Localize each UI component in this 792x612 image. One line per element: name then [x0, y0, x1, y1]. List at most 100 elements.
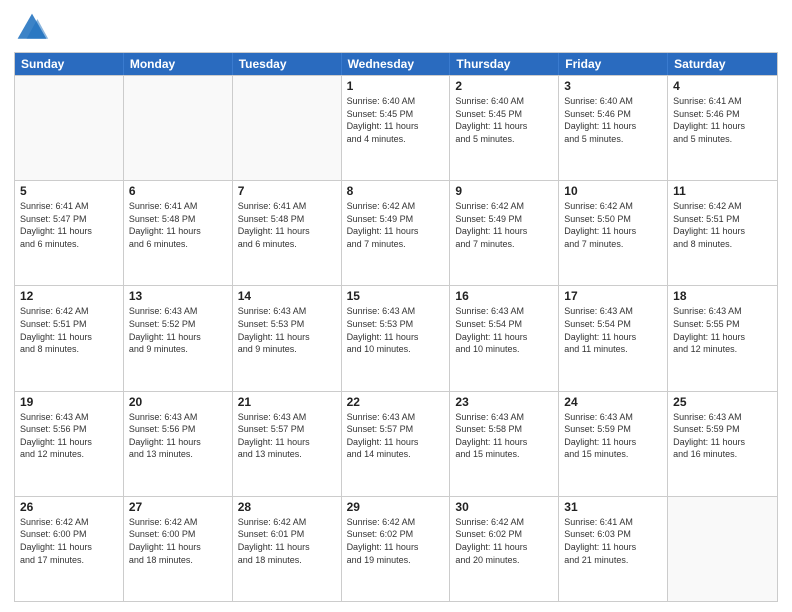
calendar-cell-day-22: 22 Sunrise: 6:43 AM Sunset: 5:57 PM Dayli…	[342, 392, 451, 496]
calendar-header: SundayMondayTuesdayWednesdayThursdayFrid…	[15, 53, 777, 75]
calendar-cell-day-6: 6 Sunrise: 6:41 AM Sunset: 5:48 PM Daylig…	[124, 181, 233, 285]
cell-info-text: Sunrise: 6:43 AM Sunset: 5:53 PM Dayligh…	[238, 305, 336, 355]
day-number: 17	[564, 289, 662, 303]
weekday-header-thursday: Thursday	[450, 53, 559, 75]
calendar-row-0: 1 Sunrise: 6:40 AM Sunset: 5:45 PM Daylig…	[15, 75, 777, 180]
day-number: 28	[238, 500, 336, 514]
calendar-row-1: 5 Sunrise: 6:41 AM Sunset: 5:47 PM Daylig…	[15, 180, 777, 285]
day-number: 31	[564, 500, 662, 514]
cell-info-text: Sunrise: 6:43 AM Sunset: 5:57 PM Dayligh…	[238, 411, 336, 461]
weekday-header-wednesday: Wednesday	[342, 53, 451, 75]
day-number: 21	[238, 395, 336, 409]
day-number: 23	[455, 395, 553, 409]
calendar-cell-empty-0-1	[124, 76, 233, 180]
weekday-header-friday: Friday	[559, 53, 668, 75]
calendar-cell-day-28: 28 Sunrise: 6:42 AM Sunset: 6:01 PM Dayli…	[233, 497, 342, 601]
day-number: 27	[129, 500, 227, 514]
calendar-cell-day-10: 10 Sunrise: 6:42 AM Sunset: 5:50 PM Dayli…	[559, 181, 668, 285]
cell-info-text: Sunrise: 6:42 AM Sunset: 5:51 PM Dayligh…	[20, 305, 118, 355]
day-number: 10	[564, 184, 662, 198]
calendar-cell-empty-0-2	[233, 76, 342, 180]
day-number: 20	[129, 395, 227, 409]
calendar-body: 1 Sunrise: 6:40 AM Sunset: 5:45 PM Daylig…	[15, 75, 777, 601]
cell-info-text: Sunrise: 6:43 AM Sunset: 5:54 PM Dayligh…	[455, 305, 553, 355]
page: SundayMondayTuesdayWednesdayThursdayFrid…	[0, 0, 792, 612]
calendar-cell-day-23: 23 Sunrise: 6:43 AM Sunset: 5:58 PM Dayli…	[450, 392, 559, 496]
cell-info-text: Sunrise: 6:43 AM Sunset: 5:58 PM Dayligh…	[455, 411, 553, 461]
logo	[14, 10, 54, 46]
calendar-cell-day-1: 1 Sunrise: 6:40 AM Sunset: 5:45 PM Daylig…	[342, 76, 451, 180]
calendar-cell-day-17: 17 Sunrise: 6:43 AM Sunset: 5:54 PM Dayli…	[559, 286, 668, 390]
cell-info-text: Sunrise: 6:41 AM Sunset: 5:46 PM Dayligh…	[673, 95, 772, 145]
calendar-row-2: 12Sunrise: 6:42 AM Sunset: 5:51 PM Dayli…	[15, 285, 777, 390]
cell-info-text: Sunrise: 6:42 AM Sunset: 6:01 PM Dayligh…	[238, 516, 336, 566]
cell-info-text: Sunrise: 6:42 AM Sunset: 6:02 PM Dayligh…	[347, 516, 445, 566]
cell-info-text: Sunrise: 6:42 AM Sunset: 5:50 PM Dayligh…	[564, 200, 662, 250]
calendar-cell-day-9: 9 Sunrise: 6:42 AM Sunset: 5:49 PM Daylig…	[450, 181, 559, 285]
day-number: 3	[564, 79, 662, 93]
calendar-cell-day-14: 14Sunrise: 6:43 AM Sunset: 5:53 PM Dayli…	[233, 286, 342, 390]
day-number: 6	[129, 184, 227, 198]
day-number: 4	[673, 79, 772, 93]
day-number: 30	[455, 500, 553, 514]
cell-info-text: Sunrise: 6:40 AM Sunset: 5:45 PM Dayligh…	[347, 95, 445, 145]
cell-info-text: Sunrise: 6:42 AM Sunset: 5:51 PM Dayligh…	[673, 200, 772, 250]
calendar-cell-day-5: 5 Sunrise: 6:41 AM Sunset: 5:47 PM Daylig…	[15, 181, 124, 285]
day-number: 19	[20, 395, 118, 409]
logo-icon	[14, 10, 50, 46]
calendar-cell-day-20: 20 Sunrise: 6:43 AM Sunset: 5:56 PM Dayli…	[124, 392, 233, 496]
day-number: 18	[673, 289, 772, 303]
calendar-cell-day-7: 7Sunrise: 6:41 AM Sunset: 5:48 PM Daylig…	[233, 181, 342, 285]
calendar-cell-day-18: 18 Sunrise: 6:43 AM Sunset: 5:55 PM Dayli…	[668, 286, 777, 390]
day-number: 16	[455, 289, 553, 303]
calendar-cell-day-8: 8Sunrise: 6:42 AM Sunset: 5:49 PM Daylig…	[342, 181, 451, 285]
cell-info-text: Sunrise: 6:43 AM Sunset: 5:56 PM Dayligh…	[20, 411, 118, 461]
calendar-cell-day-12: 12Sunrise: 6:42 AM Sunset: 5:51 PM Dayli…	[15, 286, 124, 390]
cell-info-text: Sunrise: 6:43 AM Sunset: 5:55 PM Dayligh…	[673, 305, 772, 355]
day-number: 2	[455, 79, 553, 93]
calendar-cell-day-19: 19 Sunrise: 6:43 AM Sunset: 5:56 PM Dayli…	[15, 392, 124, 496]
cell-info-text: Sunrise: 6:41 AM Sunset: 5:47 PM Dayligh…	[20, 200, 118, 250]
cell-info-text: Sunrise: 6:42 AM Sunset: 5:49 PM Dayligh…	[347, 200, 445, 250]
cell-info-text: Sunrise: 6:43 AM Sunset: 5:54 PM Dayligh…	[564, 305, 662, 355]
calendar-cell-day-31: 31Sunrise: 6:41 AM Sunset: 6:03 PM Dayli…	[559, 497, 668, 601]
calendar-cell-day-21: 21 Sunrise: 6:43 AM Sunset: 5:57 PM Dayli…	[233, 392, 342, 496]
cell-info-text: Sunrise: 6:43 AM Sunset: 5:59 PM Dayligh…	[564, 411, 662, 461]
calendar-cell-empty-4-6	[668, 497, 777, 601]
day-number: 25	[673, 395, 772, 409]
calendar-cell-day-13: 13Sunrise: 6:43 AM Sunset: 5:52 PM Dayli…	[124, 286, 233, 390]
calendar-cell-day-25: 25 Sunrise: 6:43 AM Sunset: 5:59 PM Dayli…	[668, 392, 777, 496]
cell-info-text: Sunrise: 6:41 AM Sunset: 5:48 PM Dayligh…	[238, 200, 336, 250]
weekday-header-monday: Monday	[124, 53, 233, 75]
calendar: SundayMondayTuesdayWednesdayThursdayFrid…	[14, 52, 778, 602]
calendar-cell-day-26: 26 Sunrise: 6:42 AM Sunset: 6:00 PM Dayli…	[15, 497, 124, 601]
day-number: 22	[347, 395, 445, 409]
day-number: 1	[347, 79, 445, 93]
day-number: 13	[129, 289, 227, 303]
calendar-cell-day-15: 15Sunrise: 6:43 AM Sunset: 5:53 PM Dayli…	[342, 286, 451, 390]
header	[14, 10, 778, 46]
calendar-cell-day-11: 11 Sunrise: 6:42 AM Sunset: 5:51 PM Dayli…	[668, 181, 777, 285]
day-number: 5	[20, 184, 118, 198]
calendar-row-3: 19 Sunrise: 6:43 AM Sunset: 5:56 PM Dayli…	[15, 391, 777, 496]
cell-info-text: Sunrise: 6:40 AM Sunset: 5:46 PM Dayligh…	[564, 95, 662, 145]
cell-info-text: Sunrise: 6:41 AM Sunset: 5:48 PM Dayligh…	[129, 200, 227, 250]
day-number: 29	[347, 500, 445, 514]
weekday-header-tuesday: Tuesday	[233, 53, 342, 75]
day-number: 26	[20, 500, 118, 514]
cell-info-text: Sunrise: 6:43 AM Sunset: 5:53 PM Dayligh…	[347, 305, 445, 355]
weekday-header-saturday: Saturday	[668, 53, 777, 75]
cell-info-text: Sunrise: 6:43 AM Sunset: 5:56 PM Dayligh…	[129, 411, 227, 461]
cell-info-text: Sunrise: 6:43 AM Sunset: 5:57 PM Dayligh…	[347, 411, 445, 461]
day-number: 11	[673, 184, 772, 198]
calendar-cell-day-16: 16 Sunrise: 6:43 AM Sunset: 5:54 PM Dayli…	[450, 286, 559, 390]
cell-info-text: Sunrise: 6:43 AM Sunset: 5:59 PM Dayligh…	[673, 411, 772, 461]
calendar-cell-empty-0-0	[15, 76, 124, 180]
cell-info-text: Sunrise: 6:42 AM Sunset: 6:00 PM Dayligh…	[20, 516, 118, 566]
day-number: 24	[564, 395, 662, 409]
cell-info-text: Sunrise: 6:42 AM Sunset: 5:49 PM Dayligh…	[455, 200, 553, 250]
cell-info-text: Sunrise: 6:42 AM Sunset: 6:00 PM Dayligh…	[129, 516, 227, 566]
cell-info-text: Sunrise: 6:42 AM Sunset: 6:02 PM Dayligh…	[455, 516, 553, 566]
calendar-cell-day-24: 24 Sunrise: 6:43 AM Sunset: 5:59 PM Dayli…	[559, 392, 668, 496]
day-number: 9	[455, 184, 553, 198]
